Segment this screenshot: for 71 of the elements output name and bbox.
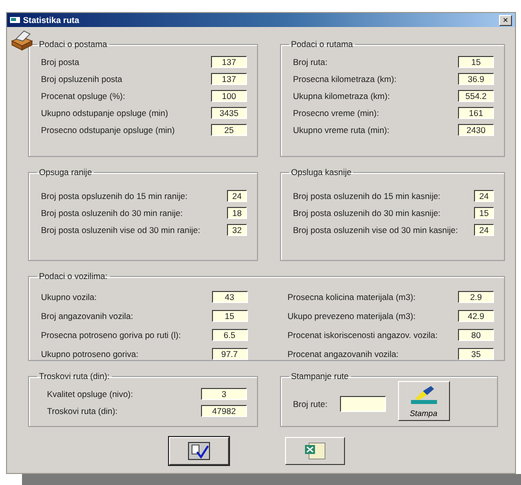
value-field[interactable]: 6.5 <box>212 328 248 340</box>
value-field[interactable]: 24 <box>474 190 494 202</box>
field-label: Ukupno potroseno goriva: <box>41 348 138 358</box>
printer-icon <box>10 29 34 51</box>
field-label: Procenat angazovanih vozila: <box>288 348 399 358</box>
field-label: Ukupno odstupanje opsluge (min) <box>41 108 168 118</box>
value-field[interactable]: 161 <box>458 106 494 118</box>
value-field[interactable]: 47982 <box>201 404 247 416</box>
value-field[interactable]: 2430 <box>458 124 494 136</box>
value-field[interactable]: 3 <box>201 388 247 400</box>
field-label: Prosecna kilometraza (km): <box>293 74 396 84</box>
field-label: Prosecno vreme (min): <box>293 108 379 118</box>
close-button[interactable]: × <box>499 14 512 26</box>
group-title: Podaci o rutama <box>290 39 354 49</box>
value-field[interactable]: 32 <box>227 224 247 236</box>
value-field[interactable]: 24 <box>227 190 247 202</box>
confirm-button[interactable] <box>168 437 228 465</box>
document-check-icon <box>188 442 210 460</box>
value-field[interactable]: 100 <box>211 90 247 102</box>
group-title: Podaci o vozilima: <box>38 271 109 281</box>
value-field[interactable]: 137 <box>211 56 247 68</box>
field-label: Kvalitet opsluge (nivo): <box>47 388 133 398</box>
field-label: Ukupno vozila: <box>41 292 97 302</box>
route-number-field[interactable] <box>340 396 386 412</box>
value-field[interactable]: 2.9 <box>458 290 494 302</box>
value-field[interactable]: 97.7 <box>212 348 248 360</box>
field-label: Broj angazovanih vozila: <box>41 310 134 320</box>
field-label: Broj posta osluzenih vise od 30 min kasnije: <box>293 224 458 234</box>
field-label: Ukupno vreme ruta (min): <box>293 124 390 134</box>
group-title: Podaci o postama <box>38 39 108 49</box>
group-title: Troskovi ruta (din): <box>38 371 111 381</box>
value-field[interactable]: 137 <box>211 72 247 84</box>
highlighter-icon <box>408 384 438 406</box>
value-field[interactable]: 24 <box>474 224 494 236</box>
field-label: Procenat iskoriscenosti angazov. vozila: <box>288 330 438 340</box>
value-field[interactable]: 15 <box>474 206 494 218</box>
value-field[interactable]: 80 <box>458 328 494 340</box>
print-button[interactable]: Stampa <box>398 381 450 421</box>
field-label: Broj ruta: <box>293 56 328 66</box>
field-label: Broj posta osluzenih do 15 min kasnije: <box>293 190 440 200</box>
value-field[interactable]: 3435 <box>211 106 247 118</box>
field-label: Broj posta osluzenih do 30 min ranije: <box>41 208 183 218</box>
field-label: Procenat opsluge (%): <box>41 90 126 100</box>
field-label: Troskovi ruta (din): <box>47 406 118 416</box>
value-field[interactable]: 42.9 <box>458 310 494 322</box>
value-field[interactable]: 35 <box>458 348 494 360</box>
spreadsheet-button[interactable] <box>284 437 344 465</box>
group-title: Opsuga ranije <box>38 167 93 177</box>
value-field[interactable]: 43 <box>212 290 248 302</box>
field-label: Prosecno odstupanje opsluge (min) <box>41 124 175 134</box>
field-label: Broj rute: <box>293 399 328 409</box>
field-label: Prosecna kolicina materijala (m3): <box>288 292 416 302</box>
field-label: Broj posta osluzenih do 30 min kasnije: <box>293 208 440 218</box>
field-label: Broj opsluzenih posta <box>41 74 122 84</box>
value-field[interactable]: 18 <box>227 206 247 218</box>
window-title: Statistika ruta <box>23 15 80 25</box>
field-label: Prosecna potroseno goriva po ruti (l): <box>41 330 181 340</box>
window-icon <box>10 16 20 24</box>
value-field[interactable]: 36.9 <box>458 72 494 84</box>
spreadsheet-icon <box>304 442 326 460</box>
value-field[interactable]: 554.2 <box>458 90 494 102</box>
field-label: Ukupna kilometraza (km): <box>293 90 390 100</box>
field-label: Broj posta <box>41 56 80 66</box>
value-field[interactable]: 15 <box>458 56 494 68</box>
group-title: Stampanje rute <box>290 371 350 381</box>
field-label: Ukupo prevezeno materijala (m3): <box>288 310 416 320</box>
field-label: Broj posta opsluzenih do 15 min ranije: <box>41 190 188 200</box>
value-field[interactable]: 15 <box>212 310 248 322</box>
field-label: Broj posta osluzenih vise od 30 min ranije: <box>41 224 200 234</box>
group-title: Opsluga kasnije <box>290 167 352 177</box>
value-field[interactable]: 25 <box>211 124 247 136</box>
